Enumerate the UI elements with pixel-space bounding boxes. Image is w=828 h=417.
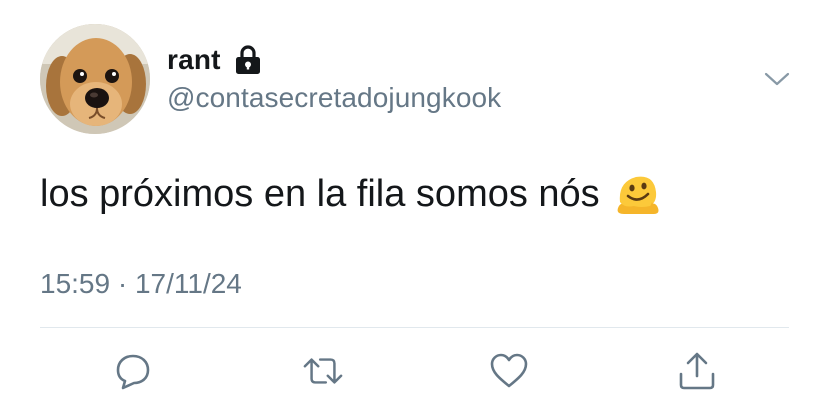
puppy-avatar-icon bbox=[40, 24, 150, 134]
share-icon bbox=[679, 352, 715, 390]
lock-icon bbox=[235, 45, 261, 75]
tweet-card: rant @contasecretadojungkook los próximo… bbox=[0, 0, 828, 417]
retweet-button[interactable] bbox=[303, 350, 343, 392]
heart-icon bbox=[490, 353, 528, 388]
name-row: rant bbox=[167, 42, 261, 78]
display-name[interactable]: rant bbox=[167, 44, 221, 76]
chevron-down-icon[interactable] bbox=[763, 70, 791, 88]
tweet-body: los próximos en la fila somos nós bbox=[40, 172, 600, 215]
avatar[interactable] bbox=[40, 24, 150, 134]
divider bbox=[40, 327, 789, 328]
melting-face-emoji-icon bbox=[614, 172, 662, 216]
share-button[interactable] bbox=[677, 350, 717, 392]
reply-icon bbox=[116, 354, 150, 390]
user-handle[interactable]: @contasecretadojungkook bbox=[167, 82, 501, 114]
tweet-timestamp[interactable]: 15:59 · 17/11/24 bbox=[40, 268, 242, 300]
like-button[interactable] bbox=[489, 350, 529, 392]
tweet-text: los próximos en la fila somos nós bbox=[40, 172, 662, 216]
reply-button[interactable] bbox=[113, 350, 153, 392]
retweet-icon bbox=[303, 358, 343, 384]
